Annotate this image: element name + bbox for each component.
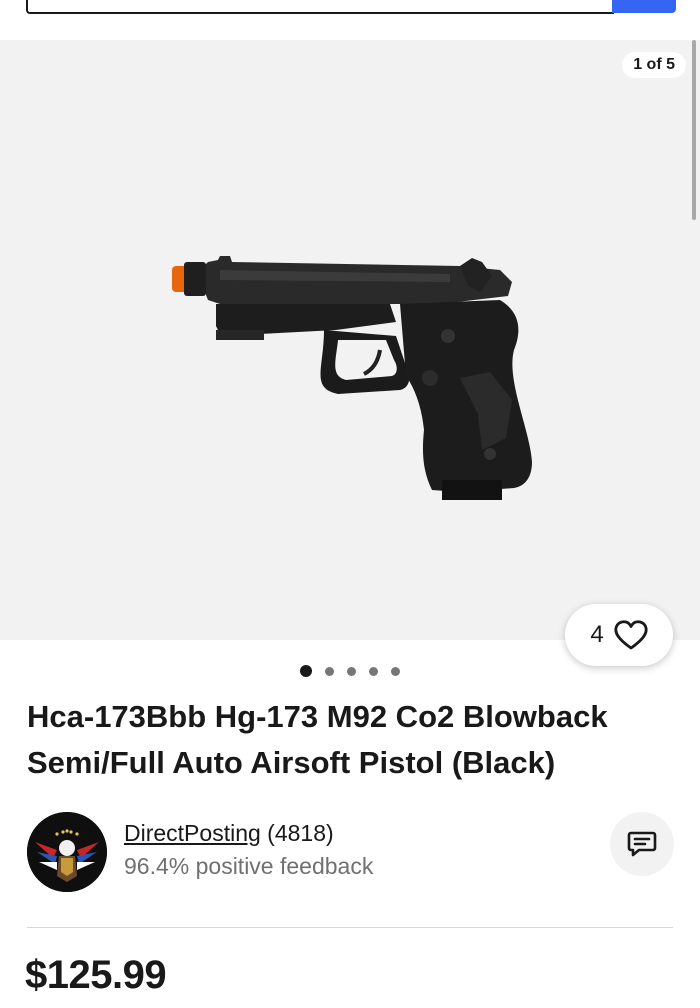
pagination-dot-4[interactable] (369, 666, 378, 676)
seller-rating-count: (4818) (267, 820, 334, 846)
product-image[interactable] (160, 200, 560, 502)
pagination-dot-3[interactable] (347, 666, 356, 676)
section-divider (27, 927, 673, 928)
seller-feedback: 96.4% positive feedback (124, 853, 374, 879)
seller-info: DirectPosting (4818) (124, 820, 334, 847)
seller-name-link[interactable]: DirectPosting (124, 820, 261, 846)
pistol-image-icon (172, 256, 532, 502)
watch-count: 4 (590, 621, 604, 648)
search-input[interactable] (26, 0, 614, 14)
heart-icon (614, 620, 648, 650)
gallery-pagination (0, 664, 700, 678)
item-price: $125.99 (25, 953, 167, 997)
pagination-dot-2[interactable] (325, 666, 334, 676)
eagle-logo-avatar-icon (27, 812, 107, 892)
seller-avatar[interactable] (27, 812, 107, 892)
image-gallery[interactable]: 1 of 5 (0, 40, 700, 640)
pagination-dot-5[interactable] (391, 666, 400, 676)
image-counter: 1 of 5 (622, 52, 686, 78)
message-seller-button[interactable] (610, 812, 674, 876)
message-icon (627, 831, 657, 857)
watch-button[interactable]: 4 (565, 604, 673, 666)
listing-title: Hca-173Bbb Hg-173 M92 Co2 Blowback Semi/… (27, 699, 608, 780)
scrollbar[interactable] (692, 40, 696, 220)
search-button[interactable] (612, 0, 676, 13)
pagination-dot-1[interactable] (300, 665, 312, 677)
